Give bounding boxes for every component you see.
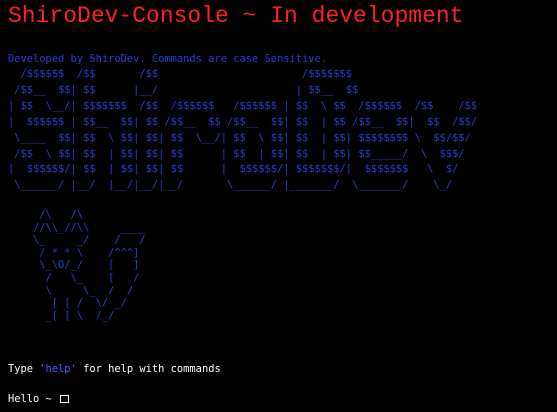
cat-ascii-art: /\ /\ //\\_//\\ ____ \_ _/ / / / * * \ /… [33, 209, 146, 322]
block-cursor-icon[interactable] [60, 395, 70, 403]
help-hint-line: Type 'help' for help with commands [8, 362, 221, 376]
shirodev-ascii-banner: /$$$$$$ /$$ /$$ /$$$$$$$ /$$__ $$| $$ |_… [8, 68, 478, 192]
help-suffix-text: for help with commands [76, 363, 221, 375]
prompt-text: Hello ~ [8, 393, 59, 405]
developer-info-text: Developed by ShiroDev. Commands are case… [8, 53, 328, 65]
help-command-text: 'help' [39, 363, 77, 375]
console-title: ShiroDev-Console ~ In development [8, 3, 464, 29]
help-prefix-text: Type [8, 363, 40, 375]
command-prompt[interactable]: Hello ~ [8, 392, 70, 406]
